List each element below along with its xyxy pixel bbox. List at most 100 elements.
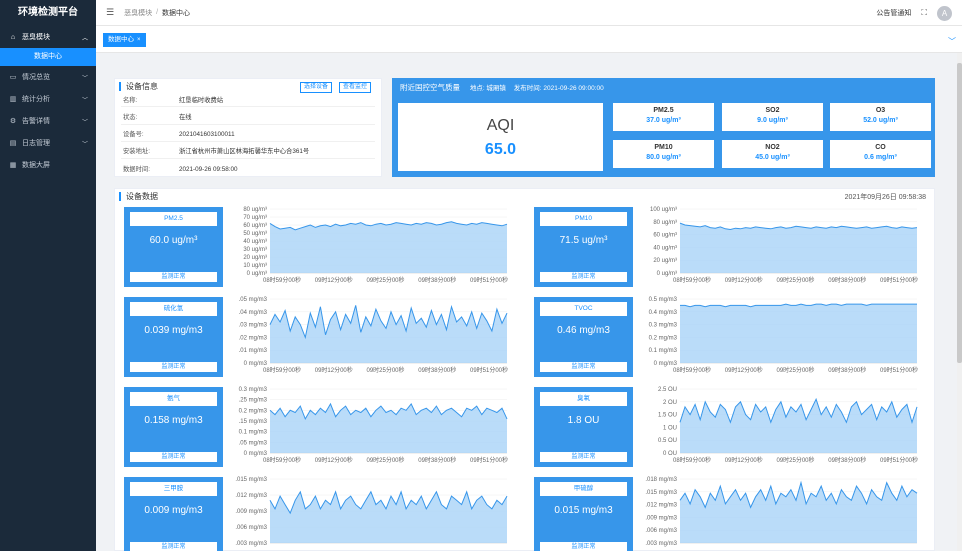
x-tick-label: 09时25分00秒 [776, 456, 814, 464]
select-device-button[interactable]: 选择设备 [300, 82, 333, 93]
menu-toggle-icon[interactable]: ☰ [106, 7, 114, 18]
pollutant-co: CO 0.6 mg/m³ [830, 140, 931, 168]
sensor-status: 监测正常 [540, 362, 627, 372]
sidebar-item-label: 恶臭模块 [22, 34, 50, 41]
y-tick-label: 40 ug/m³ [653, 245, 677, 251]
y-tick-label: 60 ug/m³ [653, 233, 677, 239]
row-value: 浙江省杭州市萧山区林海拓馨华东中心合361号 [179, 148, 310, 155]
device-row-name: 名称: 红垦临时收费站 [123, 95, 223, 104]
sidebar-item-big-screen[interactable]: ▦ 数据大屏 [0, 154, 96, 176]
x-tick-label: 09时51分00秒 [880, 366, 918, 374]
sensor-card: 甲硫醇 0.015 mg/m3 监测正常 [534, 477, 633, 551]
x-tick-label: 09时51分00秒 [470, 276, 508, 284]
sensor-card: TVOC 0.46 mg/m3 监测正常 [534, 297, 633, 377]
x-tick-label: 08时59分00秒 [673, 456, 711, 464]
divider [121, 158, 375, 159]
avatar[interactable]: A [937, 5, 952, 21]
y-tick-label: .009 mg/m3 [645, 515, 677, 521]
breadcrumb-item[interactable]: 恶臭模块 [124, 8, 152, 18]
screen-icon: ▦ [9, 162, 17, 169]
tabs-bar: 数据中心 × ﹀ [96, 26, 962, 53]
sensor-card: PM2.5 60.0 ug/m³ 监测正常 [124, 207, 223, 287]
y-tick-label: .009 mg/m3 [235, 509, 267, 515]
sensor-status: 监测正常 [130, 272, 217, 282]
y-tick-label: .03 mg/m3 [239, 323, 268, 329]
sidebar-item-label: 统计分析 [22, 96, 50, 103]
pollutant-value: 9.0 ug/m³ [757, 117, 788, 124]
sensor-status: 监测正常 [130, 452, 217, 462]
row-value: 2021-09-26 09:58:00 [179, 166, 238, 173]
y-tick-label: .01 mg/m3 [239, 348, 268, 354]
sensor-status: 监测正常 [540, 542, 627, 551]
series-area [680, 223, 917, 273]
sensor-reading: 60.0 ug/m³ [149, 235, 198, 246]
y-tick-label: .012 mg/m3 [235, 493, 267, 499]
sidebar-item-alarms[interactable]: ⚙ 告警详情 ﹀ [0, 110, 96, 132]
fullscreen-icon[interactable]: ⛶ [921, 8, 927, 18]
y-tick-label: 1 OU [663, 425, 677, 431]
x-tick-label: 09时12分00秒 [315, 366, 353, 374]
x-tick-label: 09时38分00秒 [418, 456, 456, 464]
chevron-down-icon: ﹀ [81, 75, 88, 82]
notice-link[interactable]: 公告管通知 [876, 8, 911, 18]
y-tick-label: 1.5 OU [658, 413, 677, 419]
home-icon: ⌂ [10, 33, 16, 41]
x-tick-label: 09时25分00秒 [776, 276, 814, 284]
device-row-status: 状态: 在线 [123, 112, 192, 121]
device-data-panel: 设备数据 2021年09月26日 09:58:38 PM2.5 60.0 ug/m… [114, 188, 935, 551]
pollutant-name: PM2.5 [653, 107, 674, 114]
sensor-name: 三甲胺 [130, 482, 217, 496]
y-tick-label: .05 mg/m3 [239, 440, 268, 446]
pollutant-o3: O3 52.0 ug/m³ [830, 103, 931, 131]
document-icon: ▤ [9, 140, 17, 147]
pollutant-value: 52.0 ug/m³ [863, 117, 898, 124]
y-tick-label: 0.2 mg/m3 [239, 408, 268, 414]
device-data-time: 2021年09月26日 09:58:38 [844, 194, 926, 201]
top-header: ☰ 恶臭模块 / 数据中心 公告管通知 ⛶ A [96, 0, 962, 26]
x-tick-label: 09时38分00秒 [828, 366, 866, 374]
sensor-reading: 1.8 OU [567, 415, 600, 426]
row-value: 2021041603100011 [179, 131, 235, 138]
page-scrollbar[interactable] [957, 53, 962, 551]
aqi-publish-time: 发布时间: 2021-09-26 09:00:00 [513, 85, 604, 92]
x-tick-label: 08时59分00秒 [673, 366, 711, 374]
y-tick-label: 40 ug/m³ [243, 239, 267, 245]
sensor-status: 监测正常 [130, 542, 217, 551]
pollutant-pm10: PM10 80.0 ug/m³ [613, 140, 714, 168]
aqi-panel: 附近国控空气质量 地点: 城厢镇 发布时间: 2021-09-26 09:00:… [392, 78, 935, 177]
x-tick-label: 08时59分00秒 [263, 366, 301, 374]
sidebar-item-overview[interactable]: ▭ 情况总览 ﹀ [0, 66, 96, 88]
y-tick-label: .15 mg/m3 [239, 419, 268, 425]
y-tick-label: .04 mg/m3 [239, 310, 268, 316]
close-icon[interactable]: × [137, 37, 141, 43]
y-tick-label: .018 mg/m3 [645, 477, 677, 483]
sensor-chart: 2.5 OU 2 OU 1.5 OU 1 OU 0.5 OU 0 OU08时59分00秒 0… [658, 387, 918, 464]
sensor-reading: 0.158 mg/m3 [144, 415, 203, 426]
device-row-address: 安装地址: 浙江省杭州市萧山区林海拓馨华东中心合361号 [123, 146, 309, 155]
x-tick-label: 09时12分00秒 [725, 276, 763, 284]
sensor-card: 三甲胺 0.009 mg/m3 监测正常 [124, 477, 223, 551]
y-tick-label: 70 ug/m³ [243, 215, 267, 221]
sensor-name: 硫化氢 [130, 302, 217, 316]
view-monitor-button[interactable]: 查看监控 [339, 82, 372, 93]
x-tick-label: 09时25分00秒 [366, 366, 404, 374]
monitor-icon: ▭ [9, 74, 17, 81]
scrollbar-thumb[interactable] [957, 63, 962, 363]
chevron-down-icon: ﹀ [81, 97, 88, 104]
sidebar-item-logs[interactable]: ▤ 日志管理 ﹀ [0, 132, 96, 154]
sensor-reading: 0.039 mg/m3 [144, 325, 203, 336]
sidebar-item-statistics[interactable]: ▥ 统计分析 ﹀ [0, 88, 96, 110]
aqi-header: 附近国控空气质量 地点: 城厢镇 发布时间: 2021-09-26 09:00:… [400, 82, 610, 93]
tab-data-center[interactable]: 数据中心 × [103, 33, 146, 47]
x-tick-label: 09时25分00秒 [776, 366, 814, 374]
y-tick-label: 0.5 mg/m3 [649, 297, 678, 303]
y-tick-label: .003 mg/m3 [645, 541, 677, 547]
breadcrumb-current: 数据中心 [162, 9, 191, 17]
chevron-down-icon[interactable]: ﹀ [948, 36, 956, 47]
sidebar-item-label: 数据大屏 [22, 162, 50, 169]
x-tick-label: 09时12分00秒 [315, 456, 353, 464]
sidebar-subitem-data-center[interactable]: 数据中心 [0, 48, 96, 66]
sidebar-item-odor-module[interactable]: ⌂ 恶臭模块 ︿ [0, 26, 96, 48]
y-tick-label: 0 mg/m3 [244, 451, 268, 457]
y-tick-label: 0.2 mg/m3 [649, 335, 678, 341]
